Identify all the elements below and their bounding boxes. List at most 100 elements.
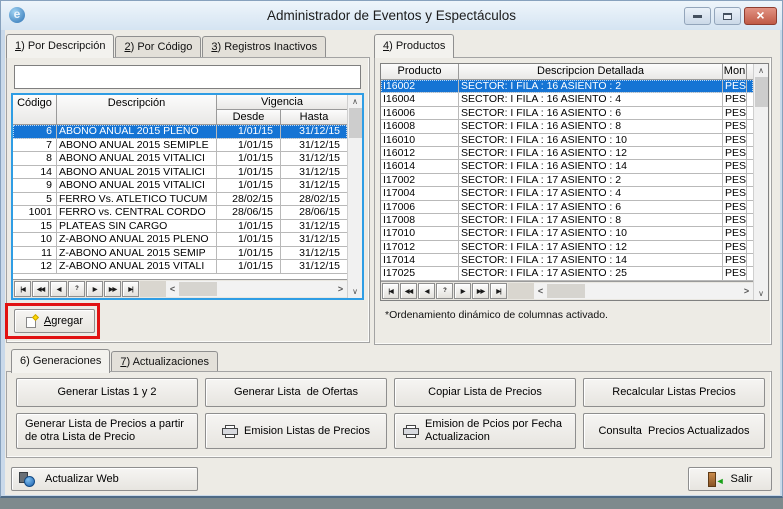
cell-hasta: 31/12/15 xyxy=(281,139,347,152)
nav-prev-button[interactable]: ◀ xyxy=(418,283,435,299)
hscrollbar-thumb[interactable] xyxy=(179,282,217,296)
nav-disabled-area xyxy=(508,283,534,299)
gen-button-generar-lista-de-ofertas[interactable]: Generar Lista de Ofertas xyxy=(205,378,387,407)
cell-descripcion: Z-ABONO ANUAL 2015 SEMIP xyxy=(57,247,217,260)
column-header-moneda[interactable]: Mon xyxy=(723,64,747,79)
column-header-desde[interactable]: Desde xyxy=(217,110,281,124)
column-header-descripcion[interactable]: Descripción xyxy=(57,95,217,124)
printer-icon xyxy=(403,425,419,438)
gen-button-label: Generar Lista de Precios a partir de otr… xyxy=(25,418,193,444)
producto-row[interactable]: I17014SECTOR: I FILA : 17 ASIENTO : 14PE… xyxy=(381,254,753,267)
nav-last-button[interactable]: ▶| xyxy=(122,281,139,297)
cell-codigo: 6 xyxy=(13,125,57,138)
gen-button-copiar-lista-de-precios[interactable]: Copiar Lista de Precios xyxy=(394,378,576,407)
vscrollbar-thumb[interactable] xyxy=(349,108,362,138)
producto-row[interactable]: I16014SECTOR: I FILA : 16 ASIENTO : 14PE… xyxy=(381,160,753,173)
cell-desde: 1/01/15 xyxy=(217,247,281,260)
event-row[interactable]: 6ABONO ANUAL 2015 PLENO1/01/1531/12/15 xyxy=(13,125,347,139)
event-row[interactable]: 14ABONO ANUAL 2015 VITALICI1/01/1531/12/… xyxy=(13,166,347,180)
producto-row[interactable]: I16012SECTOR: I FILA : 16 ASIENTO : 12PE… xyxy=(381,147,753,160)
event-row[interactable]: 12Z-ABONO ANUAL 2015 VITALI1/01/1531/12/… xyxy=(13,260,347,274)
bottom-tab-bar: 6) Generaciones7) Actualizaciones xyxy=(11,349,219,373)
gen-button-emision-de-pcios-por-fecha-actualizacion[interactable]: Emision de Pcios por Fecha Actualizacion xyxy=(394,413,576,449)
scroll-down-icon[interactable] xyxy=(758,287,764,300)
scroll-right-icon[interactable] xyxy=(334,284,347,294)
tab-6-generaciones[interactable]: 6) Generaciones xyxy=(11,349,110,373)
salir-button[interactable]: Salir xyxy=(688,467,772,491)
vscrollbar-thumb[interactable] xyxy=(755,77,768,107)
gen-button-label: Emision de Pcios por Fecha Actualizacion xyxy=(425,418,571,444)
productos-grid: Producto Descripcion Detallada Mon I1600… xyxy=(380,63,769,301)
column-header-vigencia[interactable]: Vigencia xyxy=(217,95,347,110)
tab-1-por-descripci-n[interactable]: 1) Por Descripción xyxy=(6,34,114,58)
scroll-left-icon[interactable] xyxy=(534,286,547,296)
producto-row[interactable]: I16004SECTOR: I FILA : 16 ASIENTO : 4PES xyxy=(381,93,753,106)
maximize-button[interactable] xyxy=(714,7,741,25)
column-header-producto[interactable]: Producto xyxy=(381,64,459,79)
event-row[interactable]: 8ABONO ANUAL 2015 VITALICI1/01/1531/12/1… xyxy=(13,152,347,166)
nav-help-button[interactable]: ? xyxy=(436,283,453,299)
producto-row[interactable]: I17010SECTOR: I FILA : 17 ASIENTO : 10PE… xyxy=(381,227,753,240)
column-header-descripcion-detallada[interactable]: Descripcion Detallada xyxy=(459,64,723,79)
event-row[interactable]: 5FERRO Vs. ATLETICO TUCUM28/02/1528/02/1… xyxy=(13,193,347,207)
horizontal-scrollbar[interactable] xyxy=(534,283,753,299)
cell-producto: I16008 xyxy=(381,120,459,132)
nav-help-button[interactable]: ? xyxy=(68,281,85,297)
event-row[interactable]: 9ABONO ANUAL 2015 VITALICI1/01/1531/12/1… xyxy=(13,179,347,193)
producto-row[interactable]: I16010SECTOR: I FILA : 16 ASIENTO : 10PE… xyxy=(381,134,753,147)
tab-7-actualizaciones[interactable]: 7) Actualizaciones xyxy=(111,351,218,373)
nav-fast-back-button[interactable]: ◀◀ xyxy=(400,283,417,299)
nav-last-button[interactable]: ▶| xyxy=(490,283,507,299)
agregar-button[interactable]: Agregar xyxy=(14,309,95,333)
nav-next-button[interactable]: ▶ xyxy=(86,281,103,297)
nav-fast-forward-button[interactable]: ▶▶ xyxy=(472,283,489,299)
gen-button-consulta-precios-actualizados[interactable]: Consulta Precios Actualizados xyxy=(583,413,765,449)
event-row[interactable]: 1001FERRO vs. CENTRAL CORDO28/06/1528/06… xyxy=(13,206,347,220)
column-header-hasta[interactable]: Hasta xyxy=(281,110,347,124)
tab-4-productos[interactable]: 4) Productos xyxy=(374,34,454,58)
tab-3-registros-inactivos[interactable]: 3) Registros Inactivos xyxy=(202,36,326,58)
producto-row[interactable]: I17008SECTOR: I FILA : 17 ASIENTO : 8PES xyxy=(381,214,753,227)
gen-button-generar-listas-1-y-2[interactable]: Generar Listas 1 y 2 xyxy=(16,378,198,407)
productos-grid-vscrollbar[interactable] xyxy=(753,64,768,300)
gen-button-recalcular-listas-precios[interactable]: Recalcular Listas Precios xyxy=(583,378,765,407)
producto-row[interactable]: I17006SECTOR: I FILA : 17 ASIENTO : 6PES xyxy=(381,201,753,214)
close-icon xyxy=(756,7,764,25)
gen-button-generar-lista-de-precios-a-partir-de-otra-lista-de-precio[interactable]: Generar Lista de Precios a partir de otr… xyxy=(16,413,198,449)
nav-first-button[interactable]: |◀ xyxy=(14,281,31,297)
events-grid-vscrollbar[interactable] xyxy=(347,95,362,298)
cell-hasta: 31/12/15 xyxy=(281,260,347,273)
hscrollbar-thumb[interactable] xyxy=(547,284,585,298)
minimize-button[interactable] xyxy=(684,7,711,25)
producto-row[interactable]: I17025SECTOR: I FILA : 17 ASIENTO : 25PE… xyxy=(381,267,753,280)
scroll-up-icon[interactable] xyxy=(758,64,764,77)
close-button[interactable] xyxy=(744,7,777,25)
producto-row[interactable]: I17004SECTOR: I FILA : 17 ASIENTO : 4PES xyxy=(381,187,753,200)
agregar-label: Agregar xyxy=(44,315,83,327)
event-row[interactable]: 7ABONO ANUAL 2015 SEMIPLE1/01/1531/12/15 xyxy=(13,139,347,153)
event-row[interactable]: 15PLATEAS SIN CARGO1/01/1531/12/15 xyxy=(13,220,347,234)
producto-row[interactable]: I17002SECTOR: I FILA : 17 ASIENTO : 2PES xyxy=(381,174,753,187)
tab-2-por-c-digo[interactable]: 2) Por Código xyxy=(115,36,201,58)
nav-prev-button[interactable]: ◀ xyxy=(50,281,67,297)
scroll-right-icon[interactable] xyxy=(740,286,753,296)
nav-fast-back-button[interactable]: ◀◀ xyxy=(32,281,49,297)
actualizar-web-button[interactable]: Actualizar Web xyxy=(11,467,198,491)
nav-first-button[interactable]: |◀ xyxy=(382,283,399,299)
producto-row[interactable]: I16002SECTOR: I FILA : 16 ASIENTO : 2PES xyxy=(381,80,753,93)
horizontal-scrollbar[interactable] xyxy=(166,281,347,297)
nav-fast-forward-button[interactable]: ▶▶ xyxy=(104,281,121,297)
producto-row[interactable]: I16008SECTOR: I FILA : 16 ASIENTO : 8PES xyxy=(381,120,753,133)
search-input[interactable] xyxy=(14,65,361,89)
scroll-down-icon[interactable] xyxy=(352,285,358,298)
producto-row[interactable]: I16006SECTOR: I FILA : 16 ASIENTO : 6PES xyxy=(381,107,753,120)
event-row[interactable]: 11Z-ABONO ANUAL 2015 SEMIP1/01/1531/12/1… xyxy=(13,247,347,261)
event-row[interactable]: 10Z-ABONO ANUAL 2015 PLENO1/01/1531/12/1… xyxy=(13,233,347,247)
gen-button-emision-listas-de-precios[interactable]: Emision Listas de Precios xyxy=(205,413,387,449)
producto-row[interactable]: I17012SECTOR: I FILA : 17 ASIENTO : 12PE… xyxy=(381,241,753,254)
nav-next-button[interactable]: ▶ xyxy=(454,283,471,299)
scroll-up-icon[interactable] xyxy=(352,95,358,108)
cell-moneda: PES xyxy=(723,147,747,159)
scroll-left-icon[interactable] xyxy=(166,284,179,294)
column-header-codigo[interactable]: Código xyxy=(13,95,57,124)
